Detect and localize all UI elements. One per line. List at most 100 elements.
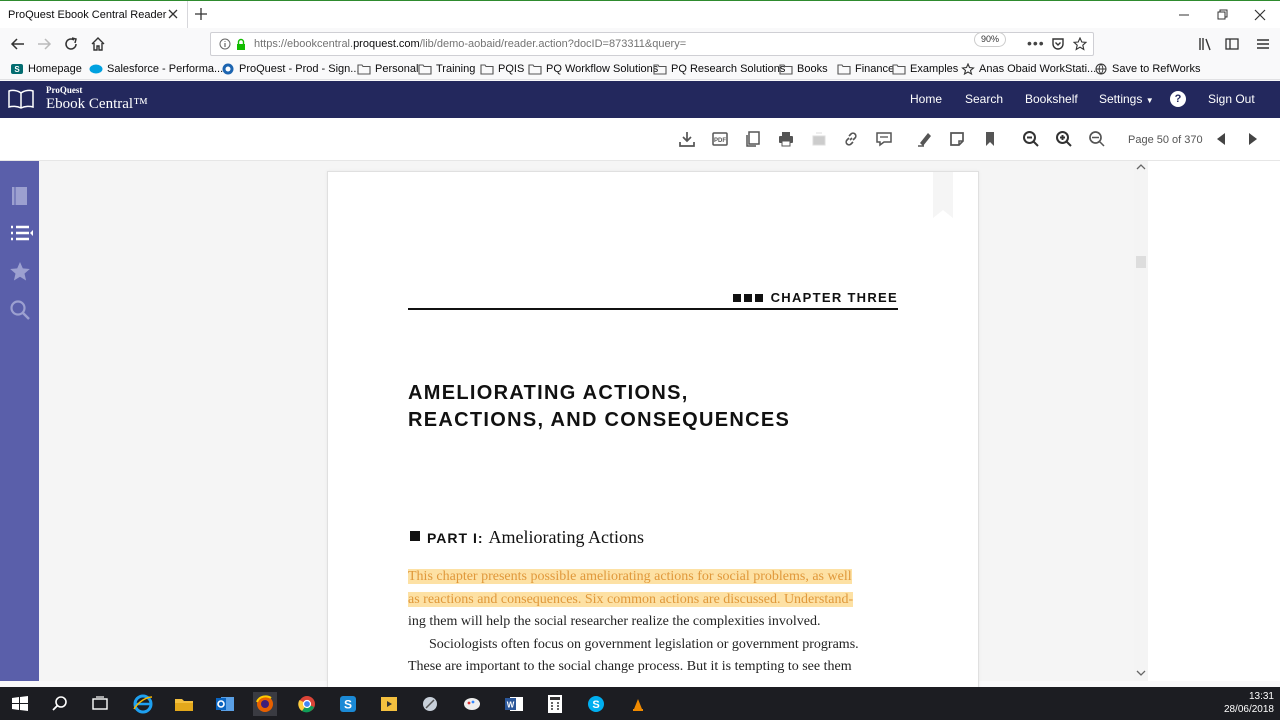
close-tab-icon[interactable] (166, 7, 180, 21)
url-text[interactable]: https://ebookcentral.proquest.com/lib/de… (254, 38, 686, 50)
bookmark-training[interactable]: Training (418, 63, 475, 75)
scrollbar-thumb[interactable] (1136, 256, 1146, 268)
next-page-icon[interactable] (1244, 130, 1262, 148)
word-icon[interactable]: W (502, 692, 526, 716)
bookmark-pqis[interactable]: PQIS (480, 63, 524, 75)
bookmark-label: PQIS (498, 63, 525, 75)
chapter-title-line-1: AMELIORATING ACTIONS, (408, 382, 689, 404)
bookmark-icon[interactable] (981, 130, 999, 148)
zoom-in-icon[interactable] (1055, 130, 1073, 148)
bookmark-homepage[interactable]: S Homepage (10, 63, 82, 75)
pocket-icon[interactable] (1051, 37, 1065, 51)
svg-text:S: S (344, 698, 352, 712)
nav-settings[interactable]: Settings ▼ (1099, 92, 1154, 106)
vlc-icon[interactable] (626, 692, 650, 716)
svg-text:S: S (14, 65, 20, 74)
system-clock[interactable]: 13:31 28/06/2018 (1218, 690, 1274, 716)
body-line-2-highlighted[interactable]: as reactions and consequences. Six commo… (408, 590, 898, 610)
svg-text:PDF: PDF (714, 138, 726, 144)
browser-tab[interactable]: ProQuest Ebook Central Reader (0, 1, 188, 29)
folder-icon (779, 63, 797, 75)
calculator-icon[interactable] (543, 692, 567, 716)
nav-search[interactable]: Search (965, 92, 1003, 106)
search-icon[interactable] (48, 692, 72, 716)
body-line-5: These are important to the social change… (408, 659, 852, 674)
menu-icon[interactable] (1253, 34, 1273, 54)
svg-text:W: W (507, 701, 515, 710)
info-icon[interactable] (219, 38, 231, 50)
bookmark-star-icon[interactable] (1073, 37, 1087, 51)
task-view-icon[interactable] (88, 692, 112, 716)
firefox-icon[interactable] (253, 692, 277, 716)
pdf-icon[interactable]: PDF (711, 130, 729, 148)
body-line-1-highlighted[interactable]: This chapter presents possible ameliorat… (408, 567, 898, 587)
back-icon[interactable] (8, 34, 28, 54)
paint-icon[interactable] (460, 692, 484, 716)
fit-page-icon[interactable] (1088, 130, 1106, 148)
highlight-pen-icon[interactable] (916, 130, 934, 148)
logo-ebook-central[interactable]: Ebook Central™ (46, 96, 148, 113)
skype-for-business-icon[interactable]: S (336, 692, 360, 716)
open-book-logo-icon[interactable] (8, 89, 34, 109)
file-explorer-icon[interactable] (172, 692, 196, 716)
url-bar[interactable]: https://ebookcentral.proquest.com/lib/de… (210, 32, 1094, 56)
new-tab-icon[interactable] (193, 6, 209, 22)
citation-icon[interactable] (875, 130, 893, 148)
link-icon[interactable] (842, 130, 860, 148)
bookmark-salesforce-performa[interactable]: Salesforce - Performa... (89, 63, 223, 75)
table-of-contents-icon[interactable] (9, 223, 33, 245)
download-icon[interactable] (678, 130, 696, 148)
book-page: CHAPTER THREE AMELIORATING ACTIONS, REAC… (327, 171, 979, 691)
page-actions-icon[interactable]: ••• (1027, 35, 1045, 51)
page-indicator[interactable]: Page 50 of 370 (1128, 134, 1203, 146)
page-bookmark-flag-icon[interactable] (931, 172, 955, 218)
bookmark-books[interactable]: Books (779, 63, 828, 75)
bookmark-label: Training (436, 63, 476, 75)
scroll-up-icon[interactable] (1136, 163, 1146, 171)
bookmark-finance[interactable]: Finance (837, 63, 894, 75)
workstation-icon (961, 63, 979, 75)
skype-icon[interactable]: S (584, 692, 608, 716)
zoom-level[interactable]: 90% (974, 32, 1006, 47)
zoom-out-icon[interactable] (1022, 130, 1040, 148)
previous-page-icon[interactable] (1212, 130, 1230, 148)
scrollbar[interactable] (1134, 161, 1148, 681)
bookmark-pq-research-solutions[interactable]: PQ Research Solutions (653, 63, 785, 75)
bookmarks-bar: S Homepage Salesforce - Performa... ProQues… (0, 60, 1280, 80)
bookmark-label: Salesforce - Performa... (107, 63, 224, 75)
chrome-icon[interactable] (295, 692, 319, 716)
home-icon[interactable] (88, 34, 108, 54)
minimize-icon[interactable] (1174, 5, 1194, 25)
nav-bookshelf[interactable]: Bookshelf (1025, 92, 1078, 106)
reload-icon[interactable] (61, 34, 81, 54)
restore-icon[interactable] (1212, 5, 1232, 25)
bookmark-pq-workflow-solutions[interactable]: PQ Workflow Solutions (528, 63, 658, 75)
search-in-book-icon[interactable] (9, 299, 31, 321)
print-icon[interactable] (777, 130, 795, 148)
bookmark-save-to-refworks[interactable]: Save to RefWorks (1094, 63, 1200, 75)
clock-time: 13:31 (1248, 691, 1274, 702)
nav-sign-out[interactable]: Sign Out (1208, 92, 1255, 106)
nav-home[interactable]: Home (910, 92, 942, 106)
help-icon[interactable]: ? (1170, 91, 1186, 107)
bookmark-anas-obaid-workstati[interactable]: Anas Obaid WorkStati... (961, 63, 1096, 75)
note-icon[interactable] (948, 130, 966, 148)
bookmark-personal[interactable]: Personal (357, 63, 418, 75)
windows-start-icon[interactable] (8, 692, 32, 716)
outlook-icon[interactable] (213, 692, 237, 716)
bookmark-examples[interactable]: Examples (892, 63, 958, 75)
bookmark-label: Books (797, 63, 828, 75)
snipping-tool-icon[interactable] (418, 692, 442, 716)
library-icon[interactable] (1196, 34, 1216, 54)
annotations-star-icon[interactable] (9, 261, 31, 283)
media-player-icon[interactable] (377, 692, 401, 716)
copy-icon[interactable] (744, 130, 762, 148)
bookmark-proquest-prod-sign[interactable]: ProQuest - Prod - Sign... (221, 63, 359, 75)
folder-icon (837, 63, 855, 75)
forward-icon[interactable] (34, 34, 54, 54)
internet-explorer-icon[interactable] (131, 692, 155, 716)
scroll-down-icon[interactable] (1136, 669, 1146, 677)
book-details-icon[interactable] (9, 185, 31, 207)
close-window-icon[interactable] (1250, 5, 1270, 25)
sidebar-toggle-icon[interactable] (1222, 34, 1242, 54)
